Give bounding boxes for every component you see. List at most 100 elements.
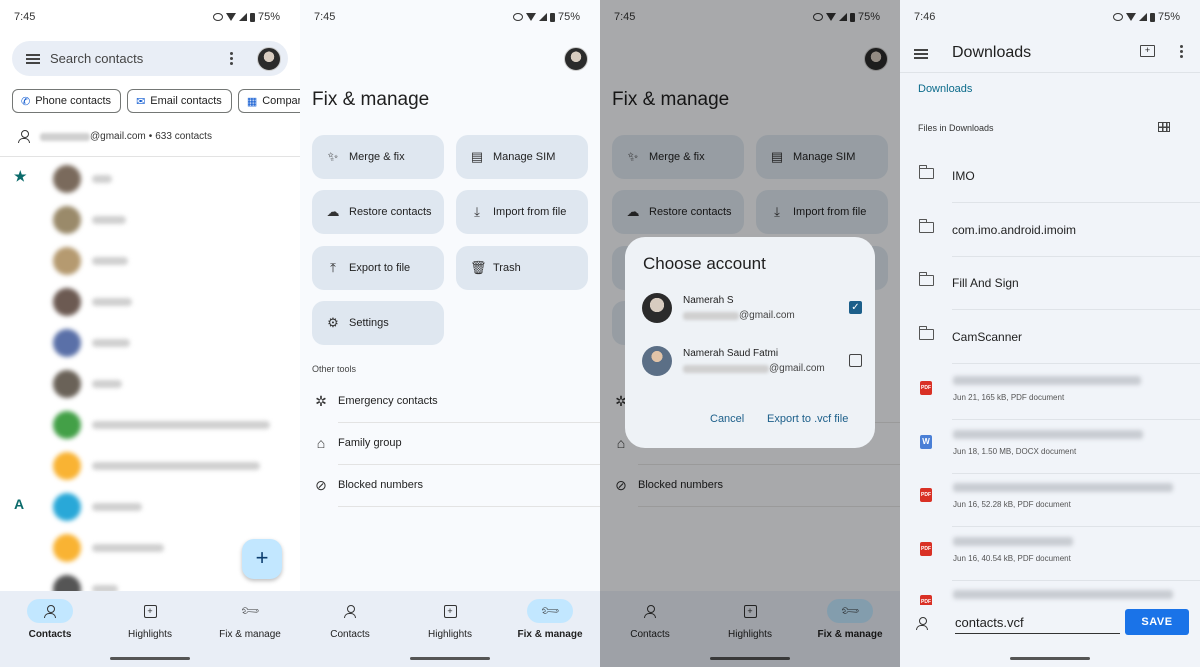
email-redacted: [40, 132, 90, 141]
import-from-file-button[interactable]: ⤓ Import from file: [456, 190, 588, 234]
contacts-screen: 7:45 75% Search contacts ✆ Phone contact…: [0, 0, 300, 667]
nav-highlights[interactable]: + Highlights: [100, 599, 200, 640]
export-dialog-screen: 7:45 75% Fix & manage ✨︎ Merge & fix ▤ M…: [600, 0, 900, 667]
folder-item[interactable]: CamScanner: [900, 311, 1200, 364]
contact-list-item[interactable]: [0, 325, 300, 365]
account-email: @gmail.com: [683, 310, 795, 321]
chip-email-contacts[interactable]: ✉ Email contacts: [127, 89, 232, 113]
account-avatar[interactable]: [257, 47, 281, 71]
word-file-icon: W: [920, 434, 932, 449]
contact-count: 633 contacts: [155, 131, 212, 142]
folder-name: com.imo.android.imoim: [952, 222, 1077, 237]
document-item[interactable]: PDF Jun 16, 52.28 kB, PDF document: [900, 474, 1200, 527]
account-checkbox[interactable]: ✓: [849, 301, 862, 314]
emergency-contacts-item[interactable]: ✲ Emergency contacts: [312, 381, 600, 423]
settings-button[interactable]: ⚙ Settings: [312, 301, 444, 345]
more-options-icon[interactable]: [1180, 45, 1183, 60]
document-item[interactable]: PDF Jun 21, 165 kB, PDF document: [900, 367, 1200, 420]
document-item[interactable]: PDF Jun 16, 40.54 kB, PDF document: [900, 528, 1200, 581]
breadcrumb[interactable]: Downloads: [918, 83, 972, 95]
chip-company[interactable]: ▦ Compar: [237, 89, 300, 113]
folder-icon: [918, 218, 934, 233]
email-redacted: [683, 311, 739, 320]
status-time: 7:46: [914, 11, 936, 23]
nav-fix-manage[interactable]: 🔧︎ Fix & manage: [500, 599, 600, 640]
avatar: [53, 411, 81, 439]
account-avatar[interactable]: [564, 47, 588, 71]
more-options-icon[interactable]: [230, 52, 234, 66]
nav-fix-manage[interactable]: 🔧︎ Fix & manage: [200, 599, 300, 640]
nav-label: Highlights: [128, 629, 172, 640]
divider: [0, 156, 300, 157]
account-email: @gmail.com: [683, 363, 825, 374]
account-email-suffix: @gmail.com: [90, 131, 146, 142]
chip-label: Email contacts: [150, 95, 222, 107]
restore-contacts-button[interactable]: ☁ Restore contacts: [312, 190, 444, 234]
menu-icon[interactable]: [914, 49, 928, 59]
add-contact-button[interactable]: +: [242, 539, 282, 579]
folder-item[interactable]: Fill And Sign: [900, 257, 1200, 310]
wrench-icon: 🔧︎: [538, 599, 561, 622]
contact-name-redacted: [92, 339, 130, 347]
pdf-file-icon: PDF: [920, 381, 932, 395]
contact-list-item[interactable]: [0, 243, 300, 283]
nav-highlights[interactable]: + Highlights: [400, 599, 500, 640]
fix-manage-screen: 7:45 75% Fix & manage ✨︎ Merge & fix ▤ M…: [300, 0, 600, 667]
chip-phone-contacts[interactable]: ✆ Phone contacts: [12, 89, 122, 113]
search-bar[interactable]: Search contacts: [12, 41, 288, 76]
manage-sim-button[interactable]: ▤ Manage SIM: [456, 135, 588, 179]
account-option-1[interactable]: Namerah S @gmail.com ✓: [642, 293, 862, 333]
menu-icon[interactable]: [26, 54, 40, 64]
contact-list-item[interactable]: [0, 448, 300, 488]
avatar: [53, 370, 81, 398]
folder-icon: [918, 325, 934, 340]
new-folder-icon[interactable]: +: [1140, 45, 1155, 57]
folder-item[interactable]: com.imo.android.imoim: [900, 204, 1200, 257]
home-icon: ⌂: [316, 435, 326, 451]
downloads-screen: 7:46 75% Downloads + Downloads Files in …: [900, 0, 1200, 667]
grid-view-icon[interactable]: [1158, 122, 1170, 132]
search-input[interactable]: Search contacts: [50, 51, 143, 66]
merge-fix-button[interactable]: ✨︎ Merge & fix: [312, 135, 444, 179]
account-option-2[interactable]: Namerah Saud Fatmi @gmail.com: [642, 346, 862, 386]
export-to-file-button[interactable]: ⤒ Export to file: [312, 246, 444, 290]
status-bar: 7:46 75%: [912, 10, 1188, 26]
export-icon: ⤒: [330, 260, 336, 275]
chip-label: Compar: [262, 95, 300, 107]
export-vcf-button[interactable]: Export to .vcf file: [767, 413, 848, 425]
nav-label: Highlights: [428, 629, 472, 640]
sim-card-icon: ▤: [470, 149, 484, 164]
blocked-numbers-item[interactable]: ⊘ Blocked numbers: [312, 465, 600, 507]
account-email-suffix: @gmail.com: [739, 310, 795, 321]
folder-item[interactable]: IMO: [900, 150, 1200, 203]
trash-button[interactable]: 🗑︎ Trash: [456, 246, 588, 290]
status-time: 7:45: [14, 11, 36, 23]
tile-label: Merge & fix: [349, 151, 405, 163]
family-group-item[interactable]: ⌂ Family group: [312, 423, 600, 465]
contact-list-item[interactable]: [0, 407, 300, 447]
contact-name-redacted: [92, 298, 132, 306]
cancel-button[interactable]: Cancel: [710, 413, 744, 425]
account-line[interactable]: @gmail.com • 633 contacts: [18, 130, 212, 143]
contact-list-item[interactable]: [0, 161, 300, 201]
building-icon: ▦: [246, 95, 258, 108]
block-icon: ⊘: [315, 477, 327, 493]
nav-contacts[interactable]: Contacts: [300, 599, 400, 640]
contact-list-item[interactable]: [0, 202, 300, 242]
person-icon: [344, 604, 356, 618]
document-item[interactable]: W Jun 18, 1.50 MB, DOCX document: [900, 421, 1200, 474]
contact-list-item[interactable]: [0, 489, 300, 529]
tool-label: Family group: [338, 437, 402, 449]
wifi-icon: [1125, 13, 1136, 21]
trash-icon: 🗑︎: [470, 260, 487, 275]
contact-name-redacted: [92, 175, 112, 183]
account-name: Namerah S: [683, 295, 734, 306]
save-button[interactable]: SAVE: [1125, 609, 1189, 635]
contact-list-item[interactable]: [0, 284, 300, 324]
nav-contacts[interactable]: Contacts: [0, 599, 100, 640]
filename-input[interactable]: contacts.vcf: [955, 612, 1120, 634]
account-checkbox[interactable]: [849, 354, 862, 367]
person-icon: [18, 130, 30, 143]
mail-icon: ✉: [136, 95, 146, 108]
contact-list-item[interactable]: [0, 366, 300, 406]
